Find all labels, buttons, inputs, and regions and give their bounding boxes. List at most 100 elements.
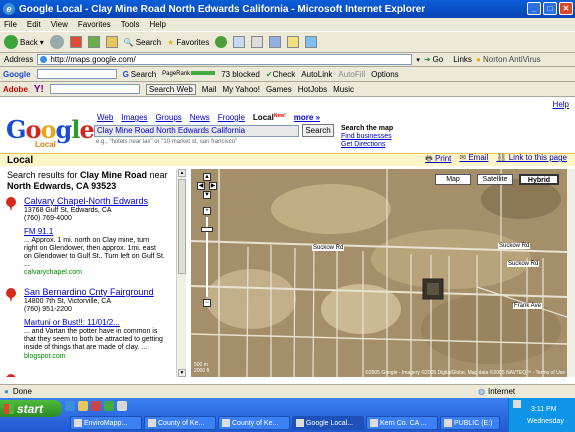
- home-icon[interactable]: [105, 36, 118, 48]
- favorites-button[interactable]: ★ Favorites: [167, 38, 209, 47]
- results-scrollbar[interactable]: ▲ ▼: [176, 169, 186, 377]
- menu-favorites[interactable]: Favorites: [78, 20, 111, 29]
- zoom-slider-handle[interactable]: [201, 227, 213, 232]
- popup-blocker[interactable]: 73 blocked: [221, 70, 260, 79]
- result-snippet: right on Glendower, then approx. 1mi. ea…: [24, 245, 156, 252]
- edit-icon[interactable]: [269, 36, 282, 48]
- refresh-icon[interactable]: [87, 36, 100, 48]
- mail-icon[interactable]: [233, 36, 246, 48]
- find-businesses-link[interactable]: Find businesses: [341, 133, 393, 141]
- folder-quicklaunch-icon[interactable]: [78, 401, 88, 411]
- app-quicklaunch-icon[interactable]: [104, 401, 114, 411]
- pan-down-icon[interactable]: ▼: [203, 191, 211, 199]
- folder-icon[interactable]: [287, 36, 300, 48]
- mail-button[interactable]: Mail: [202, 85, 217, 94]
- menu-tools[interactable]: Tools: [121, 20, 140, 29]
- menu-file[interactable]: File: [4, 20, 17, 29]
- task-button[interactable]: PUBLIC (E:): [440, 416, 500, 430]
- hotjobs-button[interactable]: HotJobs: [298, 85, 327, 94]
- ie-icon: e: [3, 3, 15, 15]
- norton-antivirus[interactable]: ● Norton AntiVirus: [476, 55, 541, 64]
- link-to-page[interactable]: ⛓ Link to this page: [496, 153, 567, 167]
- history-icon[interactable]: [215, 36, 228, 48]
- map-pin-icon[interactable]: [6, 374, 16, 377]
- app-icon: [296, 419, 304, 427]
- autolink-button[interactable]: AutoLink: [301, 70, 332, 79]
- yahoo-search-input[interactable]: [49, 84, 140, 94]
- close-button[interactable]: ✕: [559, 2, 573, 15]
- forward-button[interactable]: [49, 35, 64, 49]
- map-pin-icon[interactable]: [6, 288, 16, 302]
- result-sublink[interactable]: FM 91.1: [24, 228, 53, 236]
- yahoo-logo[interactable]: Y!: [34, 84, 44, 95]
- messenger-icon[interactable]: [305, 36, 318, 48]
- map-type-map-button[interactable]: Map: [435, 174, 471, 185]
- get-directions-link[interactable]: Get Directions: [341, 141, 393, 149]
- result-sublink[interactable]: Martuni or Bust!!: 11/01/2...: [24, 319, 120, 327]
- spellcheck-button[interactable]: ✔Check: [266, 70, 295, 79]
- back-button[interactable]: Back ▾: [4, 35, 44, 49]
- print-icon[interactable]: [251, 36, 264, 48]
- google-toolbar-input[interactable]: [36, 69, 117, 79]
- adobe-button[interactable]: Adobe: [3, 85, 28, 94]
- stop-icon[interactable]: [69, 36, 82, 48]
- address-input[interactable]: http://maps.google.com/: [37, 54, 413, 65]
- result-title-link[interactable]: Calvary Chapel-North Edwards: [24, 196, 148, 206]
- help-link[interactable]: Help: [553, 100, 569, 109]
- my-yahoo-button[interactable]: My Yahoo!: [222, 85, 260, 94]
- ie-quicklaunch-icon[interactable]: [65, 401, 75, 411]
- google-toolbar-label[interactable]: Google: [3, 70, 31, 79]
- map-pin-icon[interactable]: [6, 197, 16, 211]
- zoom-out-icon[interactable]: −: [203, 299, 211, 307]
- task-button[interactable]: EnviroMapp...: [70, 416, 142, 430]
- nav-images[interactable]: Images: [121, 113, 147, 122]
- nav-groups[interactable]: Groups: [156, 113, 182, 122]
- app-icon: [444, 419, 452, 427]
- address-dropdown-icon[interactable]: ▾: [416, 56, 420, 64]
- maximize-button[interactable]: □: [543, 2, 557, 15]
- google-search-button[interactable]: G Search: [123, 70, 157, 79]
- menu-view[interactable]: View: [51, 20, 68, 29]
- autofill-button[interactable]: AutoFill: [338, 70, 365, 79]
- task-button[interactable]: Kern Co. CA ...: [366, 416, 438, 430]
- app-quicklaunch-icon[interactable]: [91, 401, 101, 411]
- clock[interactable]: 3:11 PM: [531, 406, 557, 413]
- music-button[interactable]: Music: [333, 85, 354, 94]
- print-link[interactable]: 🖶 Print: [425, 153, 451, 167]
- menu-edit[interactable]: Edit: [27, 20, 41, 29]
- page-scrollbar[interactable]: [567, 169, 575, 377]
- satellite-map[interactable]: ▲ ◀ ▶ ▼ + − Map Satellite Hybrid Suckow …: [191, 169, 567, 377]
- map-type-hybrid-button[interactable]: Hybrid: [519, 174, 559, 185]
- links-label[interactable]: Links: [453, 55, 472, 64]
- nav-more[interactable]: more »: [294, 113, 320, 122]
- search-input[interactable]: Clay Mine Road North Edwards California: [94, 125, 299, 137]
- task-button[interactable]: County of Ke...: [218, 416, 290, 430]
- email-link[interactable]: ✉ Email: [459, 153, 488, 167]
- nav-froogle[interactable]: Froogle: [218, 113, 245, 122]
- task-button-active[interactable]: Google Local...: [292, 416, 364, 430]
- scroll-down-icon[interactable]: ▼: [178, 369, 186, 377]
- pan-right-icon[interactable]: ▶: [209, 182, 217, 190]
- games-button[interactable]: Games: [266, 85, 292, 94]
- menu-help[interactable]: Help: [149, 20, 165, 29]
- task-button[interactable]: County of Ke...: [144, 416, 216, 430]
- result-title-link[interactable]: San Bernardino Cnty Fairground: [24, 287, 154, 297]
- start-button[interactable]: start: [0, 400, 62, 417]
- search-web-button[interactable]: Search Web: [145, 83, 196, 95]
- pan-left-icon[interactable]: ◀: [197, 182, 205, 190]
- scroll-up-icon[interactable]: ▲: [178, 169, 186, 177]
- zoom-in-icon[interactable]: +: [203, 207, 211, 215]
- nav-news[interactable]: News: [190, 113, 210, 122]
- options-button[interactable]: Options: [371, 70, 399, 79]
- pan-up-icon[interactable]: ▲: [203, 173, 211, 181]
- nav-web[interactable]: Web: [97, 113, 113, 122]
- app-quicklaunch-icon[interactable]: [117, 401, 127, 411]
- scroll-thumb[interactable]: [178, 179, 186, 274]
- map-type-satellite-button[interactable]: Satellite: [477, 174, 513, 185]
- search-button[interactable]: 🔍 Search: [124, 38, 161, 47]
- tray-icon[interactable]: [513, 400, 521, 408]
- local-section-bar: Local 🖶 Print ✉ Email ⛓ Link to this pag…: [0, 153, 575, 166]
- search-submit-button[interactable]: Search: [302, 124, 334, 137]
- go-button[interactable]: ➜ Go: [424, 55, 443, 64]
- minimize-button[interactable]: _: [527, 2, 541, 15]
